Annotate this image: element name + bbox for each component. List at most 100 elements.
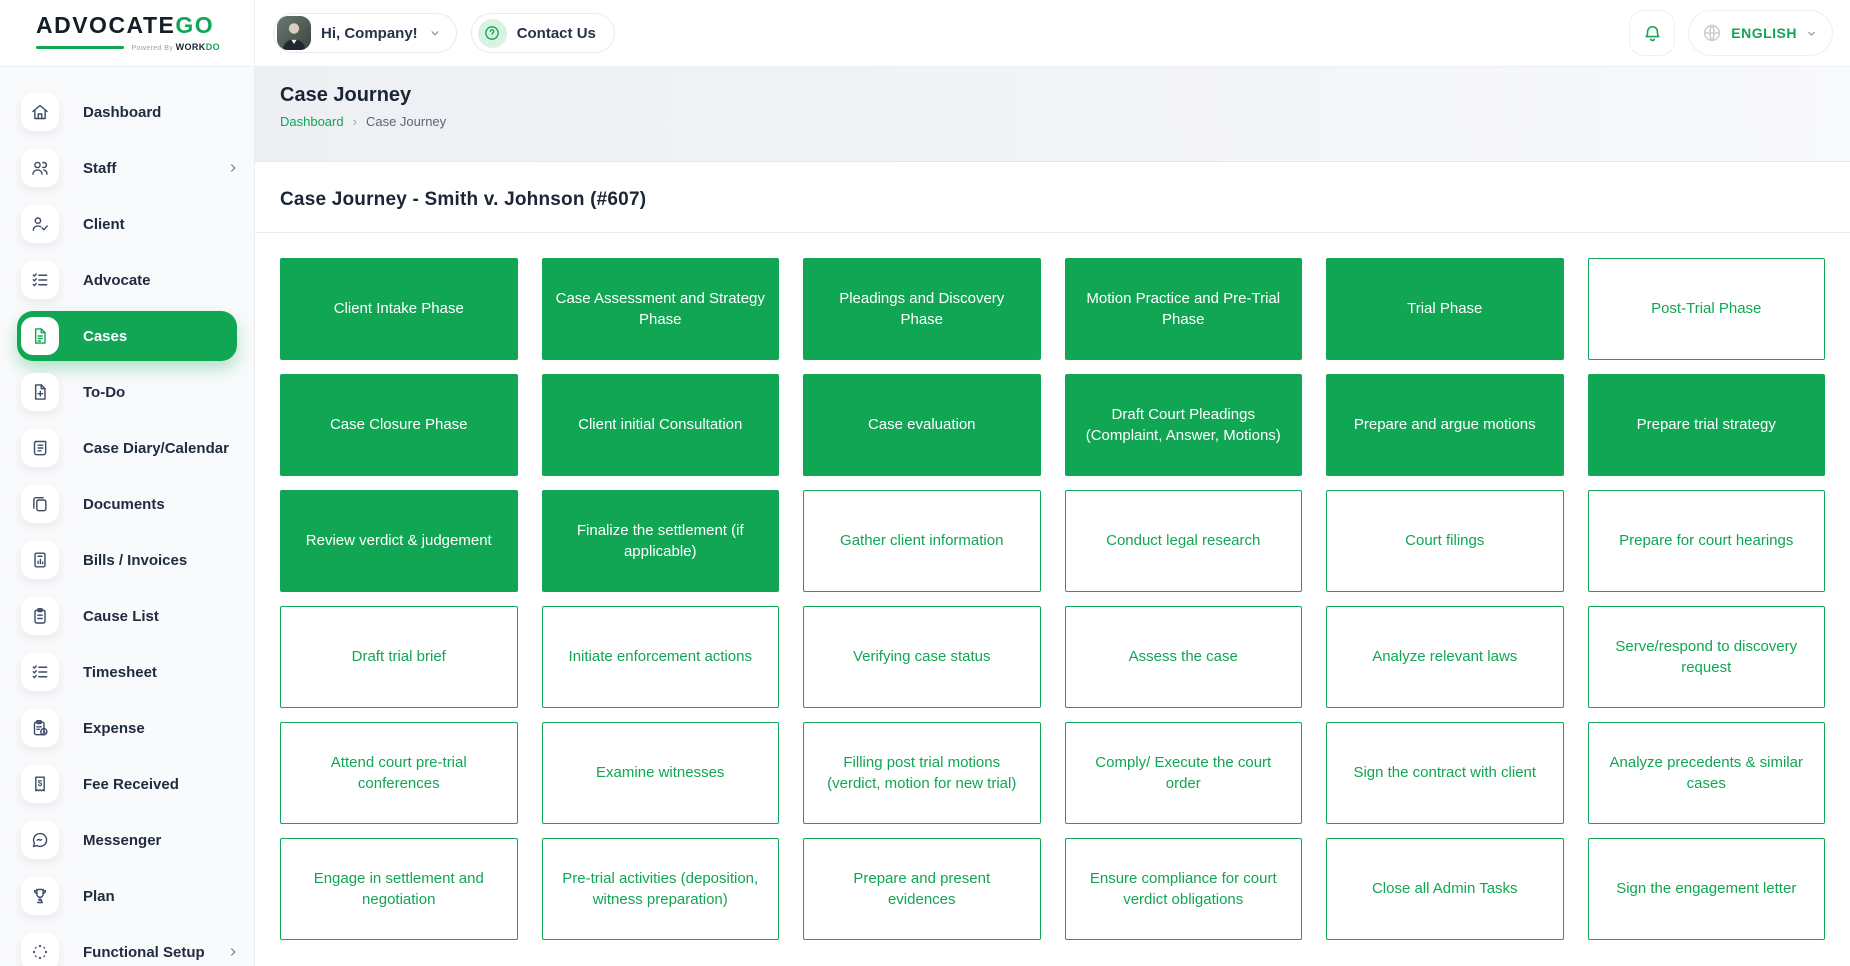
journey-card-case-assessment-and-strategy-phase[interactable]: Case Assessment and Strategy Phase	[541, 258, 779, 360]
sidebar-item-plan[interactable]: Plan	[0, 871, 254, 921]
language-label: ENGLISH	[1731, 25, 1797, 41]
chevron-down-icon	[428, 26, 442, 40]
receipt-icon: $	[21, 765, 59, 803]
journey-card-attend-court-pre-trial-conferences[interactable]: Attend court pre-trial conferences	[280, 722, 518, 824]
sidebar-item-to-do[interactable]: To-Do	[0, 367, 254, 417]
sidebar-item-cases[interactable]: Cases	[17, 311, 237, 361]
journey-card-gather-client-information[interactable]: Gather client information	[803, 490, 1041, 592]
journey-card-finalize-the-settlement-if-applicable[interactable]: Finalize the settlement (if applicable)	[541, 490, 779, 592]
chevron-right-icon	[226, 161, 240, 175]
top-bar: ADVOCATEGO Powered By WORKDO Hi, Company…	[0, 0, 1850, 67]
sidebar-item-dashboard[interactable]: Dashboard	[0, 87, 254, 137]
journey-card-conduct-legal-research[interactable]: Conduct legal research	[1064, 490, 1302, 592]
sidebar-item-case-diary-calendar[interactable]: Case Diary/Calendar	[0, 423, 254, 473]
list-check-icon	[21, 261, 59, 299]
language-selector[interactable]: ENGLISH	[1688, 10, 1833, 56]
journey-card-draft-court-pleadings-complaint-answer-motions[interactable]: Draft Court Pleadings (Complaint, Answer…	[1064, 374, 1302, 476]
journey-card-pleadings-and-discovery-phase[interactable]: Pleadings and Discovery Phase	[803, 258, 1041, 360]
app-logo: ADVOCATEGO Powered By WORKDO	[0, 0, 255, 66]
logo-text-primary: ADVOCATE	[36, 12, 176, 38]
scroll-icon	[21, 429, 59, 467]
file-doc-icon	[21, 317, 59, 355]
sidebar-item-client[interactable]: Client	[0, 199, 254, 249]
sidebar-item-messenger[interactable]: Messenger	[0, 815, 254, 865]
journey-card-analyze-precedents-similar-cases[interactable]: Analyze precedents & similar cases	[1587, 722, 1825, 824]
page-header: Case Journey Dashboard › Case Journey	[255, 67, 1850, 162]
journey-card-review-verdict-judgement[interactable]: Review verdict & judgement	[280, 490, 518, 592]
sidebar-item-label: Advocate	[83, 271, 151, 289]
content-panel: Case Journey - Smith v. Johnson (#607) C…	[255, 162, 1850, 966]
sidebar-item-label: Messenger	[83, 831, 162, 849]
journey-card-ensure-compliance-for-court-verdict-obligations[interactable]: Ensure compliance for court verdict obli…	[1064, 838, 1302, 940]
list-check-icon	[21, 653, 59, 691]
breadcrumb-dashboard-link[interactable]: Dashboard	[280, 114, 344, 129]
journey-card-serve-respond-to-discovery-request[interactable]: Serve/respond to discovery request	[1587, 606, 1825, 708]
chevron-down-icon	[1805, 27, 1818, 40]
sidebar-item-advocate[interactable]: Advocate	[0, 255, 254, 305]
journey-card-verifying-case-status[interactable]: Verifying case status	[803, 606, 1041, 708]
breadcrumb-separator-icon: ›	[352, 114, 357, 129]
logo-underline	[36, 45, 125, 49]
journey-card-motion-practice-and-pre-trial-phase[interactable]: Motion Practice and Pre-Trial Phase	[1064, 258, 1302, 360]
section-header: Case Journey - Smith v. Johnson (#607)	[255, 162, 1850, 233]
topbar-left-group: Hi, Company! Contact Us	[255, 13, 615, 53]
app-logo-wordmark: ADVOCATEGO	[36, 14, 254, 37]
journey-card-case-closure-phase[interactable]: Case Closure Phase	[280, 374, 518, 476]
journey-card-sign-the-engagement-letter[interactable]: Sign the engagement letter	[1587, 838, 1825, 940]
question-icon	[477, 18, 507, 48]
journey-card-close-all-admin-tasks[interactable]: Close all Admin Tasks	[1326, 838, 1564, 940]
sidebar-item-timesheet[interactable]: Timesheet	[0, 647, 254, 697]
journey-card-comply-execute-the-court-order[interactable]: Comply/ Execute the court order	[1064, 722, 1302, 824]
sidebar-item-staff[interactable]: Staff	[0, 143, 254, 193]
sidebar-item-functional-setup[interactable]: Functional Setup	[0, 927, 254, 966]
sidebar-item-documents[interactable]: Documents	[0, 479, 254, 529]
journey-card-case-evaluation[interactable]: Case evaluation	[803, 374, 1041, 476]
journey-card-assess-the-case[interactable]: Assess the case	[1064, 606, 1302, 708]
file-chart-icon	[21, 541, 59, 579]
app-logo-tagline: Powered By WORKDO	[36, 42, 220, 52]
journey-card-prepare-trial-strategy[interactable]: Prepare trial strategy	[1587, 374, 1825, 476]
breadcrumb-current: Case Journey	[365, 114, 447, 129]
journey-grid: Client Intake Phase Case Assessment and S…	[255, 233, 1850, 965]
journey-card-prepare-and-present-evidences[interactable]: Prepare and present evidences	[803, 838, 1041, 940]
journey-card-sign-the-contract-with-client[interactable]: Sign the contract with client	[1326, 722, 1564, 824]
sidebar-item-fee-received[interactable]: $ Fee Received	[0, 759, 254, 809]
journey-card-filling-post-trial-motions-verdict-motion-for-new-trial[interactable]: Filling post trial motions (verdict, mot…	[803, 722, 1041, 824]
user-menu[interactable]: Hi, Company!	[273, 13, 457, 53]
page-title: Case Journey	[280, 84, 412, 106]
sidebar-item-expense[interactable]: Expense	[0, 703, 254, 753]
section-title: Case Journey - Smith v. Johnson (#607)	[280, 189, 647, 210]
journey-card-draft-trial-brief[interactable]: Draft trial brief	[280, 606, 518, 708]
topbar-right-group: ENGLISH	[1629, 10, 1850, 56]
journey-card-client-intake-phase[interactable]: Client Intake Phase	[280, 258, 518, 360]
sidebar-item-label: Cases	[83, 327, 128, 345]
journey-card-post-trial-phase[interactable]: Post-Trial Phase	[1587, 258, 1825, 360]
clipboard-clock-icon	[21, 709, 59, 747]
journey-card-trial-phase[interactable]: Trial Phase	[1326, 258, 1564, 360]
trophy-icon	[21, 877, 59, 915]
journey-card-initiate-enforcement-actions[interactable]: Initiate enforcement actions	[541, 606, 779, 708]
contact-us-button[interactable]: Contact Us	[470, 13, 615, 53]
sidebar-item-cause-list[interactable]: Cause List	[0, 591, 254, 641]
logo-text-accent: GO	[175, 12, 215, 38]
user-check-icon	[21, 205, 59, 243]
journey-card-examine-witnesses[interactable]: Examine witnesses	[541, 722, 779, 824]
journey-card-pre-trial-activities-deposition-witness-preparation[interactable]: Pre-trial activities (deposition, witnes…	[541, 838, 779, 940]
main-area: Case Journey Dashboard › Case Journey Ca…	[255, 67, 1850, 966]
journey-card-prepare-for-court-hearings[interactable]: Prepare for court hearings	[1587, 490, 1825, 592]
journey-card-client-initial-consultation[interactable]: Client initial Consultation	[541, 374, 779, 476]
sidebar-item-label: Timesheet	[83, 663, 157, 681]
breadcrumb: Dashboard › Case Journey	[280, 114, 1825, 129]
sidebar-item-label: Client	[83, 215, 125, 233]
sidebar-item-label: Bills / Invoices	[83, 551, 188, 569]
svg-text:$: $	[38, 779, 43, 788]
user-greeting: Hi, Company!	[321, 24, 418, 42]
journey-card-analyze-relevant-laws[interactable]: Analyze relevant laws	[1326, 606, 1564, 708]
sidebar-item-bills-invoices[interactable]: Bills / Invoices	[0, 535, 254, 585]
sidebar-item-label: Plan	[83, 887, 115, 905]
journey-card-prepare-and-argue-motions[interactable]: Prepare and argue motions	[1326, 374, 1564, 476]
notifications-button[interactable]	[1629, 10, 1676, 56]
journey-card-court-filings[interactable]: Court filings	[1326, 490, 1564, 592]
sidebar-item-label: To-Do	[83, 383, 126, 401]
journey-card-engage-in-settlement-and-negotiation[interactable]: Engage in settlement and negotiation	[280, 838, 518, 940]
